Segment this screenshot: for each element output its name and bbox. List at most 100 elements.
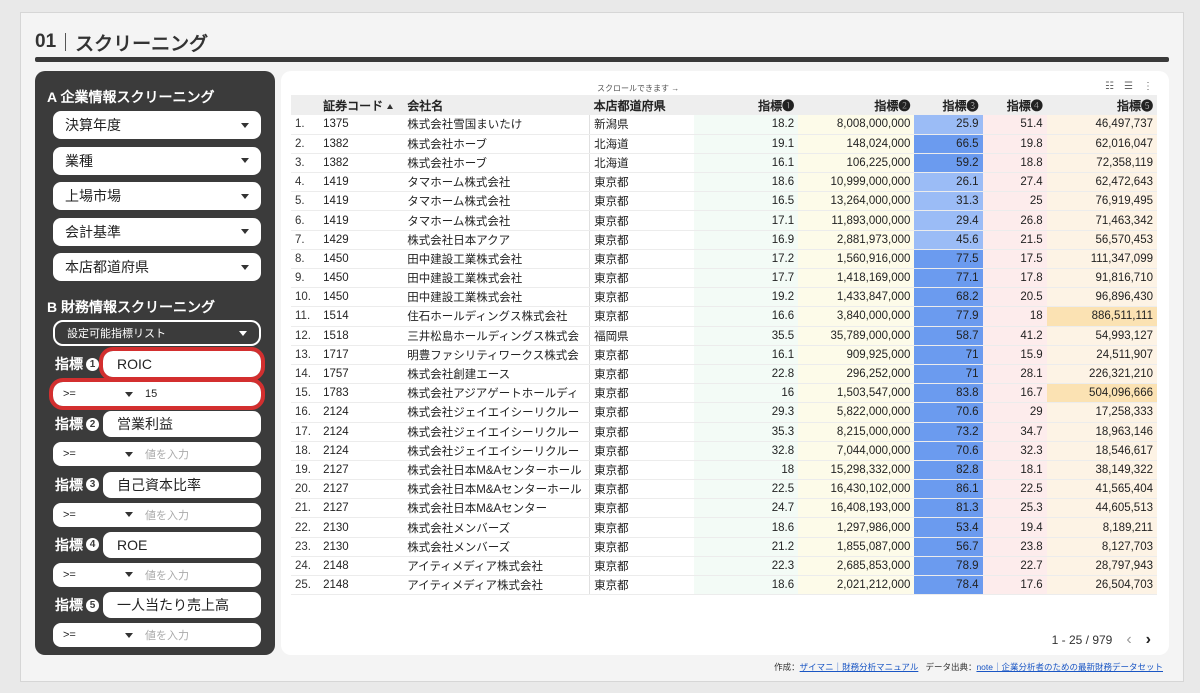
indicator-label-text: 指標 <box>55 476 83 493</box>
column-header-label: 証券コード <box>323 98 384 113</box>
cell-metric-3: 59.2 <box>914 153 983 174</box>
cell-company: 三井松島ホールディングス株式会 <box>403 326 591 346</box>
table-row[interactable]: 1. 1375 株式会社雪国まいたけ 新潟県 18.2 8,008,000,000 25.9… <box>291 115 1157 135</box>
threshold-input[interactable]: 値を入力 <box>145 567 189 583</box>
threshold-input[interactable]: 値を入力 <box>145 627 189 643</box>
cell-metric-1: 35.3 <box>693 422 799 442</box>
column-header[interactable]: 指標❷ <box>798 95 915 115</box>
table-row[interactable]: 20. 2127 株式会社日本M&Aセンターホール 東京都 22.5 16,430,102… <box>291 479 1157 500</box>
cell-metric-1: 22.5 <box>693 479 799 500</box>
table-row[interactable]: 12. 1518 三井松島ホールディングス株式会 福岡県 35.5 35,789,000,… <box>291 326 1157 346</box>
table-toolbar: ☷ ☰ ⋮ <box>1105 81 1153 92</box>
more-icon[interactable]: ⋮ <box>1143 81 1153 92</box>
table-row[interactable]: 4. 1419 タマホーム株式会社 東京都 18.6 10,999,000,000 26.1… <box>291 172 1157 193</box>
indicator-name-field[interactable]: ROE <box>103 531 261 558</box>
threshold-input[interactable]: 15 <box>145 388 157 400</box>
indicator-name-field[interactable]: ROIC <box>99 347 265 381</box>
filter-dropdown[interactable]: 決算年度 <box>53 111 261 139</box>
table-row[interactable]: 25. 2148 アイティメディア株式会社 東京都 18.6 2,021,212,000 7… <box>291 575 1157 596</box>
table-row[interactable]: 23. 2130 株式会社メンバーズ 東京都 21.2 1,855,087,000 56.7… <box>291 537 1157 557</box>
threshold-input[interactable]: 値を入力 <box>145 446 189 462</box>
cell-metric-1: 16 <box>693 383 799 404</box>
cell-metric-3: 71 <box>914 345 983 365</box>
column-header[interactable]: 証券コード <box>319 95 404 115</box>
table-row[interactable]: 11. 1514 住石ホールディングス株式会社 東京都 16.6 3,840,000,00… <box>291 306 1157 327</box>
table-row[interactable]: 9. 1450 田中建設工業株式会社 東京都 17.7 1,418,169,000 77.1… <box>291 268 1157 289</box>
cell-metric-5: 72,358,119 <box>1046 153 1157 174</box>
filter-dropdown[interactable]: 会計基準 <box>53 217 261 246</box>
filter-icon[interactable]: ☰ <box>1124 81 1133 92</box>
credit-made-by-link[interactable]: ザイマニ｜財務分析マニュアル <box>800 662 919 672</box>
table-row[interactable]: 21. 2127 株式会社日本M&Aセンター 東京都 24.7 16,408,193,00… <box>291 498 1157 519</box>
cell-company: 株式会社日本M&Aセンターホール <box>403 460 591 481</box>
operator-select[interactable]: >= <box>63 448 133 460</box>
indicator-name-field[interactable]: 一人当たり売上高 <box>103 592 261 619</box>
indicator-list-dropdown[interactable]: 設定可能指標リスト <box>53 320 261 346</box>
indicator-name-field[interactable]: 営業利益 <box>103 411 261 438</box>
indicator-condition: >= 値を入力 <box>53 562 261 587</box>
table-row[interactable]: 13. 1717 明豊ファシリティワークス株式会 東京都 16.1 909,925,000… <box>291 345 1157 365</box>
filter-dropdown[interactable]: 上場市場 <box>53 182 261 210</box>
filter-dropdown-label: 本店都道府県 <box>65 259 149 275</box>
prev-page-button[interactable]: ‹ <box>1126 631 1131 649</box>
row-rank: 8. <box>291 249 320 270</box>
indicator-label: 指標 4 <box>55 535 99 555</box>
table-row[interactable]: 17. 2124 株式会社ジェイエイシーリクルー 東京都 35.3 8,215,000,0… <box>291 422 1157 442</box>
column-header[interactable]: 会社名 <box>403 95 590 115</box>
cell-metric-2: 11,893,000,000 <box>798 210 915 231</box>
cell-metric-5: 46,497,737 <box>1046 115 1157 135</box>
operator-select[interactable]: >= <box>63 569 133 581</box>
table-row[interactable]: 8. 1450 田中建設工業株式会社 東京都 17.2 1,560,916,000 77.5… <box>291 249 1157 270</box>
table-row[interactable]: 19. 2127 株式会社日本M&Aセンターホール 東京都 18 15,298,332,0… <box>291 460 1157 481</box>
cell-metric-3: 53.4 <box>914 517 983 538</box>
table-row[interactable]: 15. 1783 株式会社アジアゲートホールディ 東京都 16 1,503,547,000… <box>291 383 1157 404</box>
cell-metric-5: 56,570,453 <box>1046 230 1157 250</box>
cell-metric-1: 22.3 <box>693 556 799 577</box>
filter-dropdown[interactable]: 本店都道府県 <box>53 253 261 281</box>
sliders-icon[interactable]: ☷ <box>1105 81 1114 92</box>
filter-dropdown[interactable]: 業種 <box>53 146 261 175</box>
table-row[interactable]: 10. 1450 田中建設工業株式会社 東京都 19.2 1,433,847,000 68.… <box>291 287 1157 308</box>
cell-metric-4: 25 <box>982 191 1047 212</box>
cell-metric-4: 51.4 <box>982 115 1047 135</box>
column-header[interactable]: 本店都道府県 <box>589 95 694 115</box>
column-header[interactable]: 指標❹ <box>982 95 1047 115</box>
row-rank: 16. <box>291 402 320 423</box>
cell-code: 1419 <box>319 172 404 193</box>
table-row[interactable]: 24. 2148 アイティメディア株式会社 東京都 22.3 2,685,853,000 7… <box>291 556 1157 577</box>
cell-metric-3: 58.7 <box>914 326 983 346</box>
cell-metric-5: 38,149,322 <box>1046 460 1157 481</box>
table-row[interactable]: 22. 2130 株式会社メンバーズ 東京都 18.6 1,297,986,000 53.4… <box>291 517 1157 538</box>
chevron-down-icon <box>241 122 249 128</box>
cell-metric-3: 31.3 <box>914 191 983 212</box>
operator-select[interactable]: >= <box>63 629 133 641</box>
threshold-input[interactable]: 値を入力 <box>145 507 189 523</box>
table-row[interactable]: 7. 1429 株式会社日本アクア 東京都 16.9 2,881,973,000 45.6 2… <box>291 230 1157 250</box>
cell-metric-1: 21.2 <box>693 537 799 557</box>
cell-metric-4: 28.1 <box>982 364 1047 385</box>
cell-company: 田中建設工業株式会社 <box>403 268 591 289</box>
table-row[interactable]: 14. 1757 株式会社創建エース 東京都 22.8 296,252,000 71 28.1… <box>291 364 1157 385</box>
cell-prefecture: 東京都 <box>589 249 694 270</box>
next-page-button[interactable]: › <box>1146 631 1151 649</box>
operator-select[interactable]: >= <box>63 509 133 521</box>
table-row[interactable]: 2. 1382 株式会社ホーブ 北海道 19.1 148,024,000 66.5 19.8 6… <box>291 134 1157 154</box>
row-rank: 12. <box>291 326 320 346</box>
column-header[interactable]: 指標❶ <box>693 95 799 115</box>
cell-metric-2: 1,433,847,000 <box>798 287 915 308</box>
column-header[interactable]: 指標❺ <box>1046 95 1157 115</box>
table-row[interactable]: 16. 2124 株式会社ジェイエイシーリクルー 東京都 29.3 5,822,000,0… <box>291 402 1157 423</box>
column-header[interactable]: 指標❸ <box>914 95 983 115</box>
cell-metric-1: 18 <box>693 460 799 481</box>
cell-metric-2: 8,008,000,000 <box>798 115 915 135</box>
table-row[interactable]: 3. 1382 株式会社ホーブ 北海道 16.1 106,225,000 59.2 18.8 7… <box>291 153 1157 174</box>
indicator-name-field[interactable]: 自己資本比率 <box>103 471 261 498</box>
indicator-label: 指標 2 <box>55 414 99 434</box>
credit-source-link[interactable]: note｜企業分析者のための最新財務データセット <box>976 662 1163 672</box>
operator-select[interactable]: >= <box>63 388 133 400</box>
table-row[interactable]: 6. 1419 タマホーム株式会社 東京都 17.1 11,893,000,000 29.4… <box>291 210 1157 231</box>
cell-metric-4: 19.8 <box>982 134 1047 154</box>
table-row[interactable]: 5. 1419 タマホーム株式会社 東京都 16.5 13,264,000,000 31.3… <box>291 191 1157 212</box>
cell-metric-2: 16,430,102,000 <box>798 479 915 500</box>
table-row[interactable]: 18. 2124 株式会社ジェイエイシーリクルー 東京都 32.8 7,044,000,0… <box>291 441 1157 461</box>
